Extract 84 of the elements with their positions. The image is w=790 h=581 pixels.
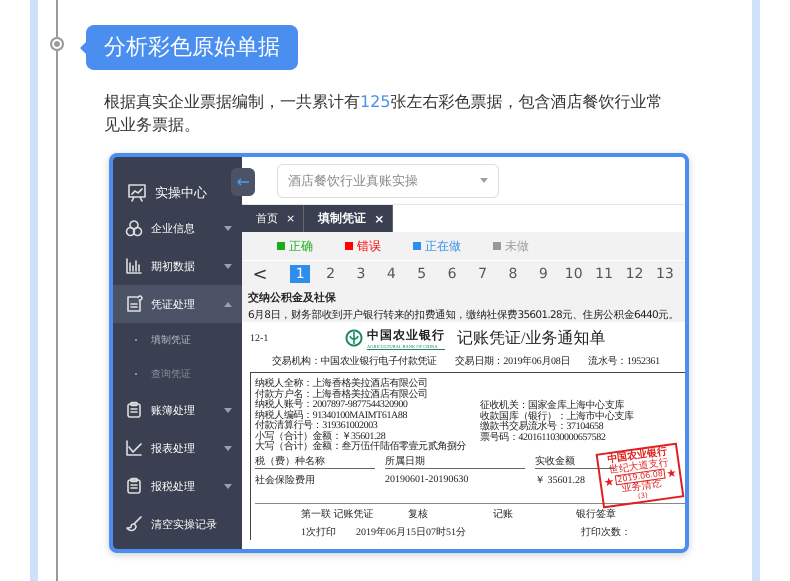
page-number[interactable]: 7: [472, 265, 493, 283]
star-icon: [604, 476, 614, 487]
payer-line: 大写（合计）金额：叁万伍仟陆佰零壹元贰角捌分: [255, 442, 468, 452]
page-number[interactable]: 13: [654, 265, 675, 283]
sidebar-subitem[interactable]: 填制凭证: [113, 323, 242, 357]
legend-label: 错误: [357, 238, 381, 254]
previous-page-button[interactable]: <: [242, 264, 278, 284]
table-cell-text: ￥ 35601.28: [535, 474, 585, 486]
caret-icon: [224, 408, 232, 412]
column-header: 税（费）种名称: [255, 454, 375, 469]
payer-line: 纳税人编码：91340100MAIMT61A88: [255, 410, 408, 420]
sidebar-item[interactable]: 清空实操记录: [113, 505, 242, 543]
payer-line: 纳税人全称：上海香格美拉酒店有限公司: [255, 379, 429, 389]
page-number[interactable]: 12: [624, 265, 644, 283]
payer-line: 纳税人账号：2007897-9877544320900: [255, 400, 409, 410]
signature-label: 第一联 记账凭证: [301, 508, 374, 520]
clipboard-icon: [125, 477, 143, 495]
bank-logo-icon: [345, 329, 363, 347]
collapse-button[interactable]: [231, 168, 255, 196]
company-select[interactable]: 酒店餐饮行业真账实操: [277, 164, 499, 198]
collector-line: 收款国库（银行）：上海市中心支库: [480, 412, 635, 422]
page-number[interactable]: 10: [564, 265, 584, 283]
brush-icon: [125, 515, 143, 533]
caret-icon: [224, 226, 232, 230]
page-number[interactable]: 8: [502, 265, 523, 283]
section-title: 分析彩色原始单据: [86, 25, 298, 70]
question-text: 6月8日，财务部收到开户银行转来的扣费通知，缴纳社保费35601.28元、住房公积金6440元。: [248, 308, 680, 322]
caret-icon: [224, 302, 232, 306]
print-info: 打印次数：: [581, 526, 632, 538]
bank-name: 中国农业银行: [367, 326, 445, 344]
signature-label: 复核: [408, 508, 429, 520]
page-number[interactable]: 4: [381, 265, 402, 283]
caret-icon: [224, 484, 232, 488]
page-number[interactable]: 2: [320, 265, 341, 283]
sidebar-item[interactable]: 凭证处理: [113, 285, 242, 323]
signature-label: 银行签章: [576, 508, 616, 520]
collector-line: 票号码：4201611030000657582: [480, 432, 606, 443]
receipt-field: 交易机构：中国农业银行电子付款凭证: [272, 354, 437, 372]
receipt-number: 12-1: [250, 332, 270, 344]
caret-icon: [224, 264, 232, 268]
clipboard-icon: [125, 401, 143, 419]
payer-line: 小写（合计）金额：￥35601.28: [255, 432, 386, 442]
legend-label: 正确: [289, 238, 313, 254]
presentation-board-icon: [127, 183, 147, 203]
page-number[interactable]: 9: [533, 265, 554, 283]
bar-chart-icon: [125, 257, 143, 275]
column-header: 所属日期: [385, 454, 525, 469]
sidebar-title: 实操中心: [155, 185, 207, 202]
tab[interactable]: 填制凭证 ×: [304, 205, 394, 232]
print-info: 2019年06月15日07时51分: [356, 526, 467, 538]
star-icon: [666, 468, 676, 478]
speech-tail-icon: [80, 42, 86, 54]
tab[interactable]: 首页 ×: [242, 205, 304, 232]
caret-icon: [224, 446, 232, 450]
signature-label: 记账: [493, 508, 514, 520]
payer-line: 付款方户名：上海香格美拉酒店有限公司: [255, 390, 429, 400]
receipt-field: 流水号：1952361: [588, 354, 660, 372]
caret-icon: [480, 178, 488, 183]
document-question-icon: [125, 295, 143, 313]
table-cell-text: 社会保险费用: [255, 474, 316, 486]
page-number[interactable]: 11: [594, 265, 614, 283]
circles-icon: [125, 219, 143, 237]
sidebar-item[interactable]: 账簿处理: [113, 391, 242, 429]
sidebar-item[interactable]: 报税处理: [113, 467, 242, 505]
page-number[interactable]: 3: [350, 265, 371, 283]
sidebar-item[interactable]: 企业信息: [113, 209, 242, 247]
receipt-field: 交易日期：2019年06月08日: [454, 354, 570, 372]
legend-label: 未做: [505, 238, 529, 254]
page-number[interactable]: 6: [442, 265, 462, 283]
collector-line: 缴款书交易流水号：37104658: [480, 422, 604, 432]
arrow-left-icon: [236, 178, 250, 186]
page-number[interactable]: 5: [412, 265, 432, 283]
sidebar-item[interactable]: 报表处理: [113, 429, 242, 467]
payer-line: 付款清算行号：319361002003: [255, 421, 378, 431]
table-cell-text: 20190601-20190630: [385, 474, 470, 485]
legend-label: 正在做: [425, 238, 461, 254]
receipt-title: 记账凭证/业务通知单: [457, 328, 606, 348]
page-number[interactable]: 1: [290, 265, 310, 283]
question-title: 交纳公积金及社保: [248, 290, 337, 305]
sidebar-item[interactable]: 期初数据: [113, 247, 242, 285]
section-description: 根据真实企业票据编制，一共累计有125张左右彩色票据，包含酒店餐饮行业常见业务票据。: [104, 91, 664, 136]
print-info: 1次打印: [301, 526, 337, 538]
collector-line: 征收机关：国家金库上海中心支库: [480, 401, 624, 411]
line-chart-icon: [125, 439, 143, 457]
